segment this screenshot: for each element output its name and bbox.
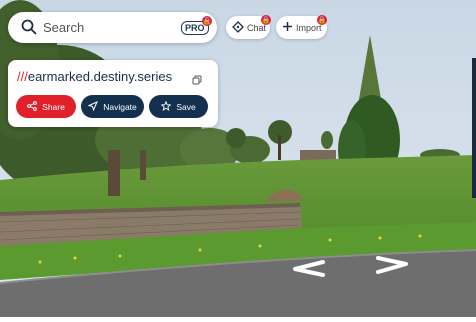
navigate-button[interactable]: Navigate: [81, 95, 144, 118]
chat-sparkle-icon: [232, 20, 244, 35]
star-icon: [160, 100, 172, 113]
share-icon: [27, 100, 38, 113]
lock-icon: 🔒: [261, 15, 271, 25]
import-label: Import: [296, 22, 322, 33]
search-icon: [21, 19, 37, 40]
location-card: ///earmarked.destiny.series Share Naviga…: [8, 60, 218, 127]
lock-icon: 🔒: [317, 15, 327, 25]
save-label: Save: [176, 101, 196, 112]
search-input[interactable]: Search: [43, 20, 84, 35]
move-left-arrow-icon[interactable]: [290, 258, 326, 278]
search-bar[interactable]: Search PRO 🔒: [8, 12, 217, 43]
share-label: Share: [42, 101, 65, 112]
move-right-arrow-icon[interactable]: [375, 255, 411, 275]
lock-icon: 🔒: [202, 16, 212, 26]
save-button[interactable]: Save: [149, 95, 208, 118]
address-text[interactable]: ///earmarked.destiny.series: [17, 69, 172, 84]
share-button[interactable]: Share: [16, 95, 76, 118]
navigate-label: Navigate: [103, 101, 137, 112]
plus-icon: [282, 21, 293, 34]
copy-icon[interactable]: [192, 72, 202, 90]
navigate-arrow-icon: [87, 100, 99, 113]
